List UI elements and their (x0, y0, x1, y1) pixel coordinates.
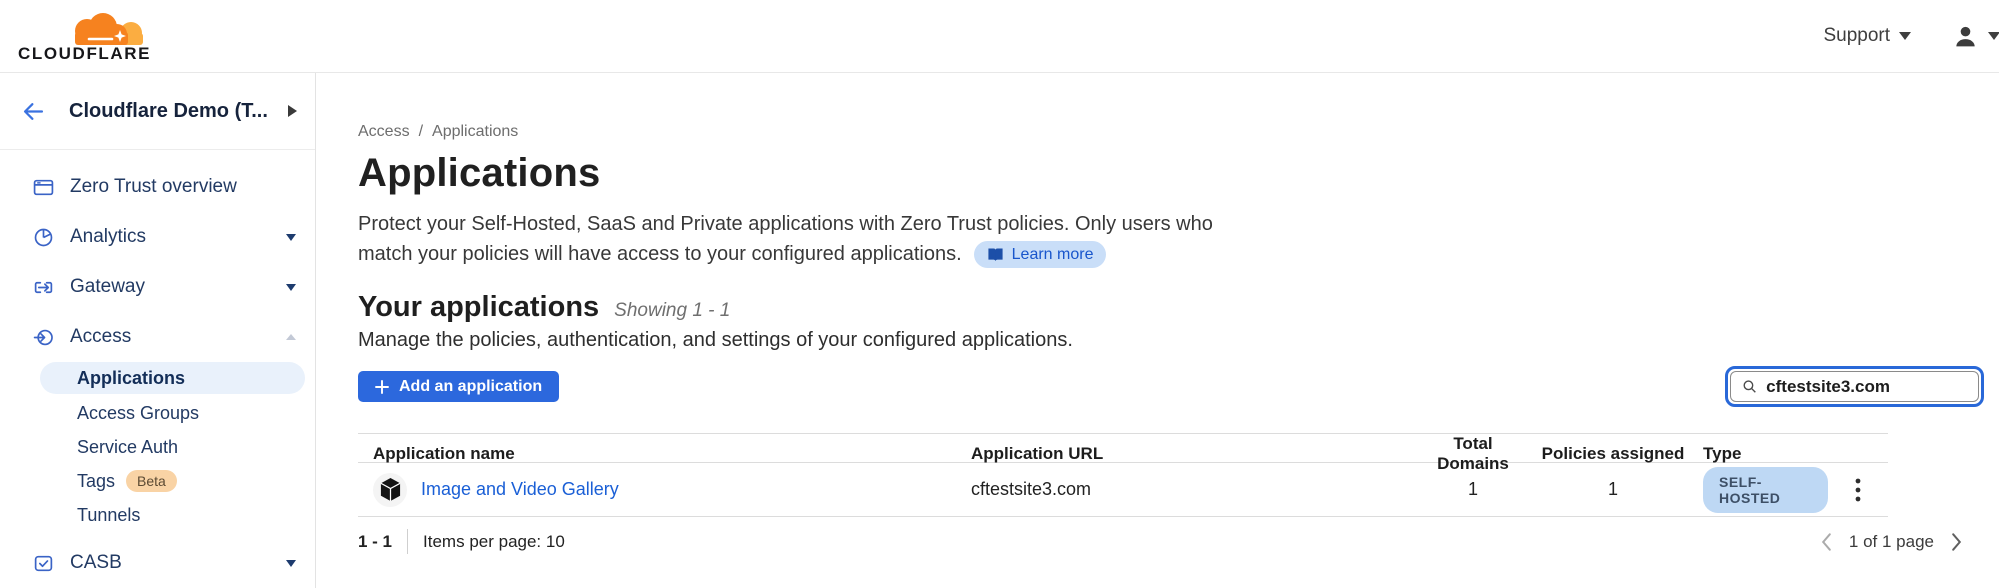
chevron-left-icon (1821, 533, 1832, 551)
sidebar-item-label: CASB (70, 552, 122, 574)
table-footer: 1 - 1 Items per page: 10 1 of 1 page (358, 529, 1984, 554)
page-indicator: 1 of 1 page (1849, 532, 1934, 552)
applications-table: Application name Application URL Total D… (358, 433, 1888, 517)
footer-divider (407, 529, 408, 554)
items-range: 1 - 1 (358, 532, 392, 552)
column-application-name: Application name (358, 444, 971, 464)
gateway-icon (33, 277, 55, 298)
breadcrumb-separator: / (419, 123, 423, 141)
sidebar-item-analytics[interactable]: Analytics (0, 212, 315, 262)
sidebar-item-applications[interactable]: Applications (40, 362, 305, 394)
cloudflare-logo[interactable]: CLOUDFLARE (18, 13, 158, 64)
support-label: Support (1823, 25, 1890, 47)
sidebar-item-label: Analytics (70, 226, 146, 248)
breadcrumb-access[interactable]: Access (358, 123, 410, 141)
page-title: Applications (358, 151, 1999, 196)
section-subtext: Manage the policies, authentication, and… (358, 329, 1999, 352)
application-url: cftestsite3.com (971, 479, 1423, 500)
row-actions-menu[interactable] (1828, 477, 1888, 503)
learn-more-button[interactable]: Learn more (974, 241, 1107, 268)
items-per-page[interactable]: Items per page: 10 (423, 532, 565, 552)
column-type: Type (1703, 444, 1828, 464)
sidebar: Cloudflare Demo (T... Zero Trust overvie… (0, 73, 316, 588)
account-expand-icon[interactable] (288, 105, 297, 117)
beta-badge: Beta (126, 470, 177, 492)
overview-icon (33, 177, 55, 198)
application-name-link[interactable]: Image and Video Gallery (421, 479, 619, 500)
description-line2: match your policies will have access to … (358, 243, 962, 265)
learn-more-label: Learn more (1012, 240, 1094, 270)
add-application-label: Add an application (399, 378, 542, 396)
previous-page-button[interactable] (1821, 533, 1832, 551)
main-content: Access / Applications Applications Prote… (317, 73, 1999, 588)
sidebar-item-gateway[interactable]: Gateway (0, 262, 315, 312)
chevron-down-icon[interactable] (286, 234, 296, 241)
access-icon (33, 327, 55, 348)
column-application-url: Application URL (971, 444, 1423, 464)
table-header-row: Application name Application URL Total D… (358, 433, 1888, 463)
sidebar-item-label: Service Auth (77, 437, 178, 458)
page-description: Protect your Self-Hosted, SaaS and Priva… (358, 209, 1999, 269)
breadcrumb: Access / Applications (358, 123, 1999, 141)
account-name: Cloudflare Demo (T... (69, 100, 268, 123)
chevron-down-icon[interactable] (286, 560, 296, 567)
total-domains-value: 1 (1423, 479, 1523, 500)
casb-icon (33, 553, 55, 574)
sidebar-item-label: Access (70, 326, 131, 348)
book-icon (987, 247, 1004, 262)
sidebar-item-zero-trust-overview[interactable]: Zero Trust overview (0, 162, 315, 212)
description-line1: Protect your Self-Hosted, SaaS and Priva… (358, 213, 1213, 235)
support-chevron-icon (1899, 32, 1911, 40)
column-total-domains: Total Domains (1423, 434, 1523, 474)
sidebar-item-label: Access Groups (77, 403, 199, 424)
kebab-menu-icon (1855, 477, 1861, 503)
section-title: Your applications (358, 291, 599, 324)
search-icon (1742, 378, 1757, 395)
sidebar-nav: Zero Trust overview Analytics Gateway (0, 150, 315, 588)
user-icon (1953, 24, 1978, 49)
sidebar-item-tags[interactable]: Tags Beta (0, 464, 315, 498)
analytics-icon (33, 227, 55, 248)
user-chevron-icon (1988, 32, 1999, 40)
table-row: Image and Video Gallery cftestsite3.com … (358, 463, 1888, 517)
account-selector[interactable]: Cloudflare Demo (T... (0, 73, 315, 150)
cloudflare-cloud-icon (62, 13, 150, 46)
chevron-right-icon (1951, 533, 1962, 551)
sidebar-item-label: Tags (77, 471, 115, 492)
showing-count: Showing 1 - 1 (614, 300, 730, 322)
breadcrumb-applications: Applications (432, 123, 518, 141)
sidebar-item-service-auth[interactable]: Service Auth (0, 430, 315, 464)
chevron-up-icon[interactable] (286, 334, 296, 340)
sidebar-item-access[interactable]: Access (0, 312, 315, 362)
sidebar-item-casb[interactable]: CASB (0, 538, 315, 588)
type-badge: SELF-HOSTED (1703, 467, 1828, 513)
policies-assigned-value: 1 (1523, 479, 1703, 500)
app-avatar (373, 473, 407, 507)
user-menu[interactable] (1953, 24, 1999, 49)
column-policies-assigned: Policies assigned (1523, 444, 1703, 464)
sidebar-item-label: Zero Trust overview (70, 176, 237, 198)
chevron-down-icon[interactable] (286, 284, 296, 291)
back-arrow-icon[interactable] (20, 98, 47, 125)
top-header: CLOUDFLARE Support (0, 0, 1999, 73)
sidebar-item-label: Applications (77, 368, 185, 389)
logo-wordmark: CLOUDFLARE (18, 44, 151, 64)
add-application-button[interactable]: Add an application (358, 371, 559, 402)
support-menu[interactable]: Support (1823, 25, 1911, 47)
search-input[interactable] (1766, 377, 1967, 397)
sidebar-item-label: Gateway (70, 276, 145, 298)
plus-icon (375, 380, 389, 394)
sidebar-item-label: Tunnels (77, 505, 140, 526)
sidebar-item-tunnels[interactable]: Tunnels (0, 498, 315, 532)
search-box (1725, 366, 1984, 407)
next-page-button[interactable] (1951, 533, 1962, 551)
sidebar-item-access-groups[interactable]: Access Groups (0, 396, 315, 430)
app-cube-icon (379, 477, 402, 502)
